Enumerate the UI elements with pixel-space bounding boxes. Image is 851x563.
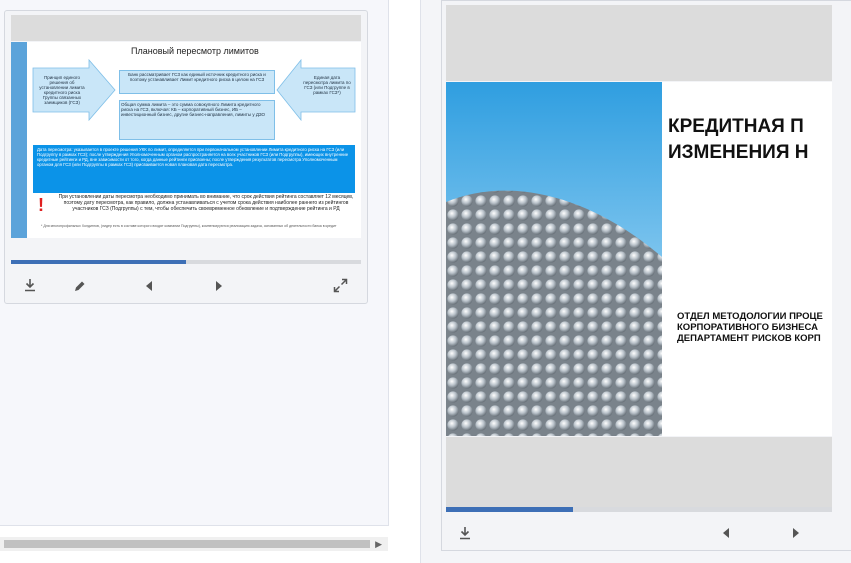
slide-top-margin (446, 5, 832, 81)
previous-slide-button[interactable] (718, 525, 734, 541)
box-total-limit: Общая сумма лимита – это сумма совокупно… (119, 100, 275, 140)
next-slide-button[interactable] (788, 525, 804, 541)
horizontal-scrollbar[interactable]: ▶ (0, 537, 388, 551)
box-single-decision: Принцип единого решения об установлении … (39, 75, 85, 105)
download-button[interactable] (457, 525, 473, 541)
edit-button[interactable] (71, 278, 87, 294)
expand-icon (333, 278, 347, 292)
slide-subtitle: ОТДЕЛ МЕТОДОЛОГИИ ПРОЦЕ КОРПОРАТИВНОГО Б… (677, 311, 823, 344)
slide-footnote: * Для многопрофильных Холдингов, (лидер … (41, 224, 337, 228)
left-document-pane: Плановый пересмотр лимитов Принцип едино… (0, 0, 389, 526)
slide-page[interactable]: Плановый пересмотр лимитов Принцип едино… (11, 42, 361, 238)
title-slide[interactable]: КРЕДИТНАЯ П ИЗМЕНЕНИЯ Н ОТДЕЛ МЕТОДОЛОГИ… (446, 82, 832, 436)
box-review-date: Единая дата пересмотра лимита по ГСЗ (ил… (303, 75, 351, 95)
exclamation-icon: ! (38, 195, 44, 215)
download-button[interactable] (22, 277, 38, 293)
caret-right-icon (216, 281, 222, 291)
subtitle-line-1: ОТДЕЛ МЕТОДОЛОГИИ ПРОЦЕ (677, 311, 823, 322)
slide-top-margin (11, 15, 361, 41)
slide-viewer: Плановый пересмотр лимитов Принцип едино… (4, 10, 368, 304)
slide-title-line-1: КРЕДИТНАЯ П (668, 116, 804, 137)
subtitle-line-2: КОРПОРАТИВНОГО БИЗНЕСА (677, 322, 818, 333)
slide-progress-bar (11, 260, 361, 264)
fullscreen-button[interactable] (332, 277, 348, 293)
slide-progress-fill (11, 260, 186, 264)
slide-title-line-2: ИЗМЕНЕНИЯ Н (668, 142, 809, 163)
subtitle-line-3: ДЕПАРТАМЕНТ РИСКОВ КОРП (677, 333, 821, 344)
slide-progress-bar (446, 507, 832, 512)
next-slide-button[interactable] (211, 278, 227, 294)
scroll-right-icon[interactable]: ▶ (375, 539, 382, 550)
pencil-icon (74, 281, 84, 291)
download-icon (25, 279, 35, 292)
slide-progress-fill (446, 507, 574, 512)
caret-left-icon (146, 281, 152, 291)
previous-slide-button[interactable] (141, 278, 157, 294)
download-icon (460, 527, 470, 540)
presentation-viewer: КРЕДИТНАЯ П ИЗМЕНЕНИЯ Н ОТДЕЛ МЕТОДОЛОГИ… (441, 0, 851, 551)
caret-right-icon (793, 528, 799, 538)
slide-title: КРЕДИТНАЯ П ИЗМЕНЕНИЯ Н (668, 114, 809, 166)
slide-bottom-margin (446, 437, 832, 507)
slide-bottom-note: При установлении даты пересмотра необход… (58, 194, 354, 212)
caret-left-icon (723, 528, 729, 538)
building-facade-image (446, 82, 662, 436)
box-bank-considers: Банк рассматривает ГСЗ как единый источн… (119, 70, 275, 94)
right-document-pane: КРЕДИТНАЯ П ИЗМЕНЕНИЯ Н ОТДЕЛ МЕТОДОЛОГИ… (420, 0, 851, 563)
scrollbar-thumb[interactable] (4, 540, 370, 548)
slide-review-date-band: Дата пересмотра: указывается в проекте р… (33, 145, 355, 193)
